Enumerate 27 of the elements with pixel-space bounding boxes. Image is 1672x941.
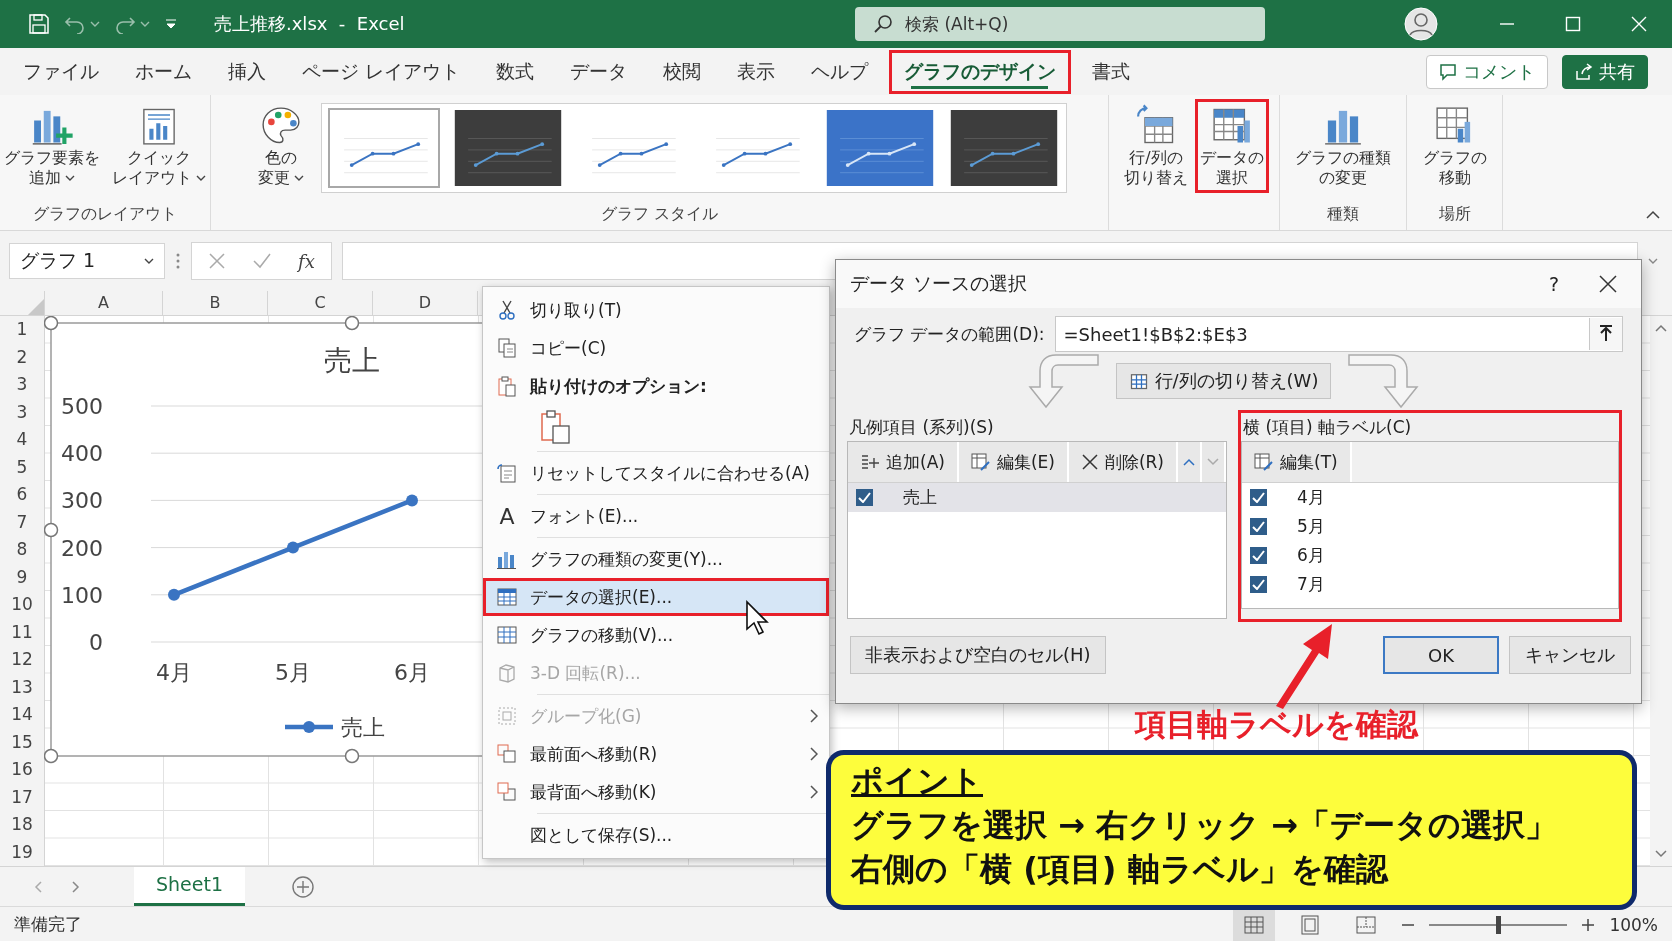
axis-label: 6月 bbox=[394, 660, 430, 685]
axis-label: 500 bbox=[61, 394, 103, 419]
axis-label: 300 bbox=[61, 488, 103, 514]
axis-label: 400 bbox=[61, 441, 103, 467]
group-label: グラフのレイアウト bbox=[32, 203, 178, 225]
axis-label: 200 bbox=[61, 535, 103, 561]
axis-label: 5月 bbox=[275, 660, 311, 685]
group-label: グラフ スタイル bbox=[599, 203, 720, 225]
group-label: 種類 bbox=[1326, 203, 1360, 225]
font-icon: A bbox=[496, 503, 518, 529]
group-label: 場所 bbox=[1437, 203, 1472, 225]
window-title: 売上推移.xlsx - Excel bbox=[214, 12, 405, 36]
menu-heading: 貼り付けのオプション: bbox=[483, 367, 829, 405]
status-text: 準備完了 bbox=[14, 913, 82, 936]
callout-text: グラフを選択 → 右クリック →「データの選択」 bbox=[851, 805, 1559, 847]
annotation-text: 項目軸ラベルを確認 bbox=[1135, 705, 1418, 744]
callout-text: 右側の「横 (項目) 軸ラベル」を確認 bbox=[851, 849, 1390, 891]
dialog-title: データ ソースの選択 bbox=[850, 271, 1028, 296]
axis-label: 4月 bbox=[156, 660, 192, 685]
field-label: グラフ データの範囲(D): bbox=[854, 322, 1045, 346]
legend-label: 売上 bbox=[341, 715, 385, 740]
chart-title: 売上 bbox=[324, 344, 380, 377]
panel-label: 凡例項目 (系列)(S) bbox=[848, 416, 995, 439]
axis-label: 0 bbox=[89, 630, 103, 655]
axis-label: 100 bbox=[61, 582, 103, 608]
panel-label: 横 (項目) 軸ラベル(C) bbox=[1242, 416, 1413, 439]
callout-title: ポイント bbox=[851, 761, 983, 802]
